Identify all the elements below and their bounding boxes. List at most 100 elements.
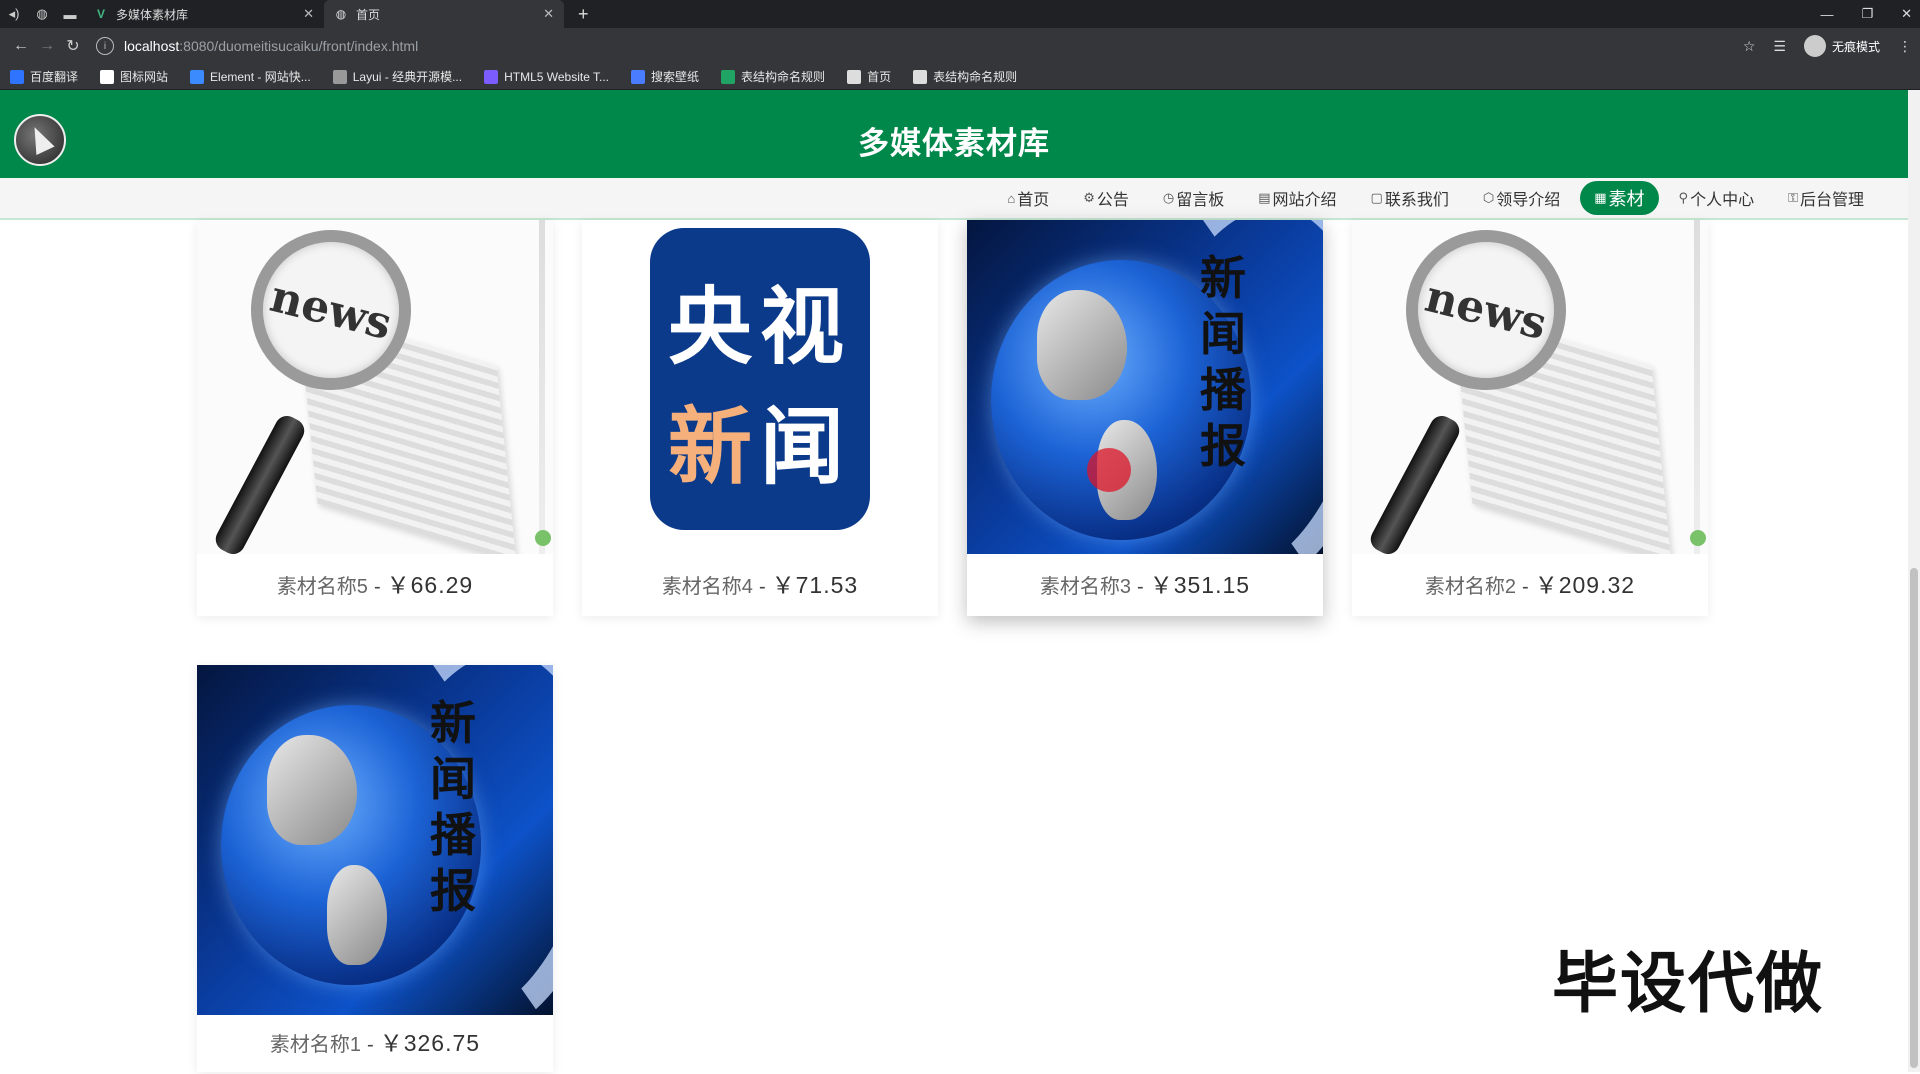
material-image[interactable]: news — [197, 220, 553, 554]
material-caption: 素材名称4- ￥71.53 — [582, 554, 938, 618]
speaker-icon[interactable]: ◂) — [0, 0, 28, 28]
bookmark-label: 搜索壁纸 — [651, 70, 700, 84]
globe-icon[interactable]: ◍ — [28, 0, 56, 28]
nav-icon: ⚙ — [1083, 190, 1095, 205]
more-menu-icon[interactable]: ⋮ — [1898, 38, 1912, 55]
incognito-label: 无痕模式 — [1831, 39, 1880, 54]
info-icon[interactable]: i — [96, 37, 114, 55]
close-icon[interactable]: ✕ — [303, 6, 314, 22]
bookmark-item[interactable]: 百度翻译 — [10, 68, 78, 85]
tab-title: 首页 — [356, 7, 381, 22]
nav-label: 首页 — [1017, 192, 1050, 209]
nav-item[interactable]: ⬡ 领导介绍 — [1469, 181, 1574, 215]
material-card[interactable]: news 素材名称5- ￥66.29 — [197, 220, 553, 616]
url-input[interactable]: i localhost:8080/duomeitisucaiku/front/i… — [96, 32, 1733, 60]
nav-item[interactable]: ⚙ 公告 — [1069, 181, 1143, 215]
nav-item[interactable]: ⚿ 后台管理 — [1774, 181, 1878, 215]
material-price: ￥326.75 — [379, 1030, 481, 1056]
bookmark-item[interactable]: 表结构命名规则 — [721, 68, 825, 85]
bookmark-icon — [190, 69, 205, 84]
material-card[interactable]: news 素材名称2- ￥209.32 — [1352, 220, 1708, 616]
nav-icon: ▤ — [1258, 190, 1271, 205]
reading-list-icon[interactable]: ☰ — [1773, 38, 1786, 55]
bookmark-item[interactable]: HTML5 Website T... — [484, 69, 609, 84]
site-title: 多媒体素材库 — [858, 126, 1050, 161]
bookmark-label: Element - 网站快... — [210, 70, 311, 84]
material-image[interactable]: 央视新闻 — [582, 220, 938, 554]
material-card[interactable]: 央视新闻素材名称4- ￥71.53 — [582, 220, 938, 616]
nav-label: 公告 — [1096, 192, 1129, 209]
material-name: 素材名称5 — [276, 576, 368, 598]
bookmark-label: 表结构命名规则 — [741, 70, 826, 84]
bookmark-item[interactable]: 图标网站 — [100, 68, 168, 85]
material-caption: 素材名称3- ￥351.15 — [967, 554, 1323, 618]
address-bar: ← → ↻ i localhost:8080/duomeitisucaiku/f… — [0, 28, 1920, 64]
bookmark-icon — [484, 69, 499, 84]
minimize-icon[interactable]: — — [1820, 7, 1833, 22]
browser-tab-1[interactable]: ◍ 首页 ✕ — [324, 0, 564, 28]
bookmark-icon — [847, 69, 862, 84]
nav-icon: ▦ — [1594, 190, 1607, 205]
back-icon[interactable]: ← — [8, 37, 34, 55]
nav-icon: ◷ — [1162, 190, 1175, 205]
nav-icon: ⬡ — [1482, 190, 1495, 205]
nav-icon: ⌂ — [1007, 190, 1016, 206]
browser-tab-0[interactable]: V 多媒体素材库 ✕ — [84, 0, 324, 28]
close-icon[interactable]: ✕ — [543, 6, 554, 22]
nav-item[interactable]: ⚲ 个人中心 — [1665, 181, 1769, 215]
site-header: 多媒体素材库 — [0, 90, 1908, 178]
incognito-icon — [1803, 35, 1826, 57]
cctv-line-1: 央视 — [667, 280, 852, 374]
url-path: :8080/duomeitisucaiku/front/index.html — [179, 38, 419, 54]
bookmark-label: 百度翻译 — [30, 70, 79, 84]
material-image[interactable]: 新闻播报 — [197, 665, 553, 1015]
nav-label: 留言板 — [1176, 192, 1225, 209]
cctv-line-2a: 新 — [667, 400, 760, 494]
material-image[interactable]: news — [1352, 220, 1708, 554]
separator: - — [758, 576, 766, 598]
cctv-line-2b: 闻 — [760, 400, 853, 494]
nav-item[interactable]: ▦ 素材 — [1580, 181, 1659, 215]
material-card[interactable]: 新闻播报素材名称3- ￥351.15 — [967, 220, 1323, 616]
browser-tab-bar: ◂) ◍ ▬ V 多媒体素材库 ✕ ◍ 首页 ✕ + — ❐ ✕ — [0, 0, 1920, 28]
vue-icon: V — [96, 7, 105, 21]
bookmark-icon — [100, 69, 115, 84]
scrollbar-thumb[interactable] — [1910, 568, 1918, 1068]
nav-label: 网站介绍 — [1272, 192, 1337, 209]
toolbar-right: ☆ ☰ 无痕模式 ⋮ — [1743, 35, 1912, 57]
bookmark-item[interactable]: 首页 — [847, 68, 891, 85]
window-controls: — ❐ ✕ — [1820, 0, 1912, 28]
bookmark-icon — [721, 69, 736, 84]
nav-item[interactable]: ▢ 联系我们 — [1357, 181, 1463, 215]
bookmark-icon — [332, 69, 347, 84]
bookmark-item[interactable]: 搜索壁纸 — [631, 68, 699, 85]
bookmark-item[interactable]: Element - 网站快... — [190, 68, 311, 85]
bookmark-icon — [631, 69, 646, 84]
material-card[interactable]: 新闻播报 素材名称1- ￥326.75 — [197, 665, 553, 1072]
bookmark-item[interactable]: 表结构命名规则 — [913, 68, 1017, 85]
close-window-icon[interactable]: ✕ — [1901, 6, 1912, 22]
material-price: ￥66.29 — [386, 572, 474, 598]
material-caption: 素材名称5- ￥66.29 — [197, 554, 553, 618]
window-icon[interactable]: ▬ — [56, 0, 84, 28]
new-tab-button[interactable]: + — [578, 4, 589, 25]
bookmark-label: Layui - 经典开源模... — [352, 70, 463, 84]
nav-item[interactable]: ⌂ 首页 — [993, 181, 1063, 215]
page-scrollbar[interactable] — [1908, 90, 1920, 1072]
nav-item[interactable]: ▤ 网站介绍 — [1244, 181, 1350, 215]
restore-icon[interactable]: ❐ — [1861, 6, 1873, 22]
bookmark-item[interactable]: Layui - 经典开源模... — [332, 68, 463, 85]
nav-item[interactable]: ◷ 留言板 — [1149, 181, 1238, 215]
incognito-indicator[interactable]: 无痕模式 — [1803, 35, 1880, 57]
material-image[interactable]: 新闻播报 — [967, 220, 1323, 554]
star-icon[interactable]: ☆ — [1743, 38, 1756, 55]
bookmark-icon — [10, 69, 24, 84]
forward-icon[interactable]: → — [34, 37, 60, 55]
globe-icon: ◍ — [335, 7, 347, 21]
watermark-text: 毕设代做 — [1552, 946, 1824, 1020]
cursor-indicator — [1087, 448, 1131, 492]
reload-icon[interactable]: ↻ — [60, 36, 86, 56]
nav-label: 个人中心 — [1690, 192, 1755, 209]
separator: - — [1522, 576, 1529, 598]
broadcast-text: 新闻播报 — [1200, 251, 1246, 473]
